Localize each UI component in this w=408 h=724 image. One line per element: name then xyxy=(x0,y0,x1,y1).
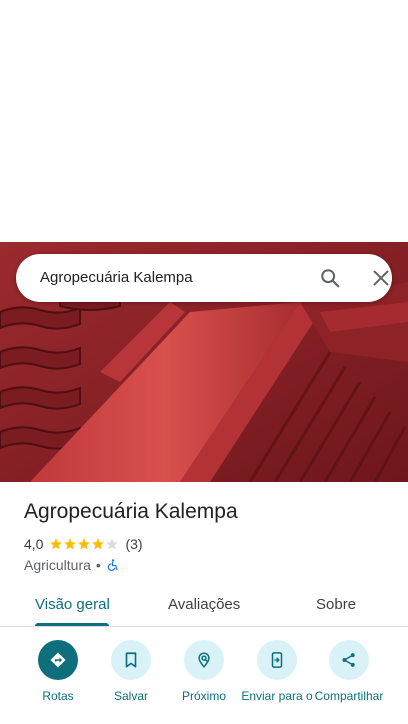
tab-reviews[interactable]: Avaliações xyxy=(168,596,240,613)
tab-overview[interactable]: Visão geral xyxy=(35,596,110,613)
action-buttons-row: Rotas Salvar Próximo Enviar para o Compa… xyxy=(0,640,408,724)
directions-icon xyxy=(50,652,66,668)
nearby-button[interactable]: Próximo xyxy=(164,640,244,724)
star-filled-icon xyxy=(92,538,105,550)
place-category: Agricultura xyxy=(24,557,91,573)
directions-button[interactable]: Rotas xyxy=(18,640,98,724)
search-icon[interactable] xyxy=(319,267,341,289)
send-to-phone-label: Enviar para o xyxy=(241,689,313,703)
send-to-phone-icon xyxy=(271,652,283,668)
rating-value: 4,0 xyxy=(24,536,44,552)
save-button[interactable]: Salvar xyxy=(91,640,171,724)
star-filled-icon xyxy=(64,538,77,550)
separator-dot: • xyxy=(95,557,101,573)
close-icon[interactable] xyxy=(370,267,392,289)
directions-label: Rotas xyxy=(42,689,74,703)
active-tab-indicator xyxy=(35,623,109,626)
star-filled-icon xyxy=(50,538,63,550)
send-to-phone-button[interactable]: Enviar para o xyxy=(237,640,317,724)
nearby-circle[interactable] xyxy=(184,640,224,680)
map-blank-area xyxy=(0,0,408,242)
tab-bar: Visão geral Avaliações Sobre xyxy=(0,582,408,627)
search-input[interactable]: Agropecuária Kalempa xyxy=(40,269,193,286)
rating-row[interactable]: 4,0 (3) xyxy=(24,535,143,553)
share-circle[interactable] xyxy=(329,640,369,680)
save-label: Salvar xyxy=(113,689,148,703)
share-icon xyxy=(342,653,355,667)
nearby-icon xyxy=(198,652,210,668)
review-count[interactable]: (3) xyxy=(125,536,142,552)
save-circle[interactable] xyxy=(111,640,151,680)
star-empty-icon xyxy=(106,538,119,550)
share-button[interactable]: Compartilhar xyxy=(309,640,389,724)
star-rating xyxy=(49,537,119,551)
directions-circle[interactable] xyxy=(38,640,78,680)
send-to-phone-circle[interactable] xyxy=(257,640,297,680)
star-filled-icon xyxy=(78,538,91,550)
nearby-label: Próximo xyxy=(181,689,226,703)
place-title: Agropecuária Kalempa xyxy=(24,500,238,523)
tab-about[interactable]: Sobre xyxy=(316,596,356,613)
search-bar[interactable]: Agropecuária Kalempa xyxy=(16,254,392,302)
category-row: Agricultura • xyxy=(24,556,119,574)
share-label: Compartilhar xyxy=(314,689,384,703)
wheelchair-accessible-icon xyxy=(107,559,118,571)
bookmark-icon xyxy=(125,652,137,668)
